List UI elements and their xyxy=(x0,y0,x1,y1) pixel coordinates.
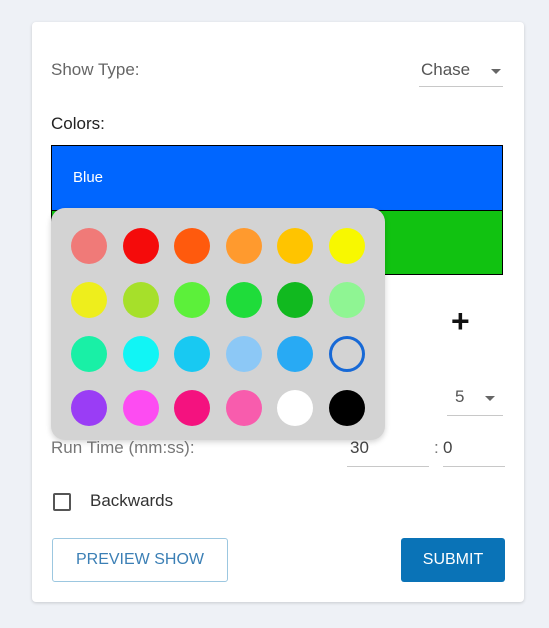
color-swatch-selected[interactable] xyxy=(328,336,365,372)
color-swatch[interactable] xyxy=(174,282,210,318)
show-type-label: Show Type: xyxy=(51,60,140,79)
color-row-label: Blue xyxy=(73,169,104,186)
submit-button[interactable]: SUBMIT xyxy=(401,538,505,582)
preview-show-button[interactable]: PREVIEW SHOW xyxy=(52,538,228,582)
colors-label: Colors: xyxy=(51,114,105,133)
color-swatch[interactable] xyxy=(225,336,262,372)
run-time-seconds-input[interactable] xyxy=(443,438,505,458)
run-time-seconds-field[interactable] xyxy=(443,432,505,467)
run-time-separator: : xyxy=(434,438,439,457)
count-select[interactable]: 5 xyxy=(447,385,503,416)
color-swatch[interactable] xyxy=(277,282,313,318)
color-swatch[interactable] xyxy=(174,336,210,372)
color-swatch[interactable] xyxy=(277,390,313,426)
color-swatch[interactable] xyxy=(277,228,313,264)
color-swatch[interactable] xyxy=(122,390,159,426)
color-swatch[interactable] xyxy=(122,336,159,372)
show-type-select[interactable]: Chase xyxy=(419,54,503,87)
run-time-minutes-input[interactable] xyxy=(350,438,432,458)
color-swatch[interactable] xyxy=(71,282,107,318)
backwards-label: Backwards xyxy=(90,491,174,510)
color-swatch[interactable] xyxy=(71,228,107,264)
color-swatch[interactable] xyxy=(71,336,107,372)
chevron-down-icon xyxy=(485,396,495,401)
color-swatch[interactable] xyxy=(328,390,365,426)
color-row-blue[interactable]: Blue xyxy=(52,146,502,210)
color-swatch[interactable] xyxy=(225,228,262,264)
color-swatch[interactable] xyxy=(328,228,365,264)
color-swatch[interactable] xyxy=(225,390,262,426)
color-swatch[interactable] xyxy=(225,282,262,318)
run-time-label: Run Time (mm:ss): xyxy=(51,438,195,457)
chevron-down-icon xyxy=(491,69,501,74)
color-swatch[interactable] xyxy=(122,282,159,318)
color-swatch[interactable] xyxy=(277,336,313,372)
color-swatch[interactable] xyxy=(71,390,107,426)
color-swatch[interactable] xyxy=(174,390,210,426)
color-palette-popup xyxy=(51,208,385,440)
color-swatch[interactable] xyxy=(122,228,159,264)
count-value: 5 xyxy=(455,387,465,406)
add-color-button[interactable]: + xyxy=(451,305,470,337)
show-type-value: Chase xyxy=(421,60,471,79)
backwards-checkbox[interactable] xyxy=(53,493,71,511)
color-swatch[interactable] xyxy=(174,228,210,264)
color-swatch[interactable] xyxy=(328,282,365,318)
